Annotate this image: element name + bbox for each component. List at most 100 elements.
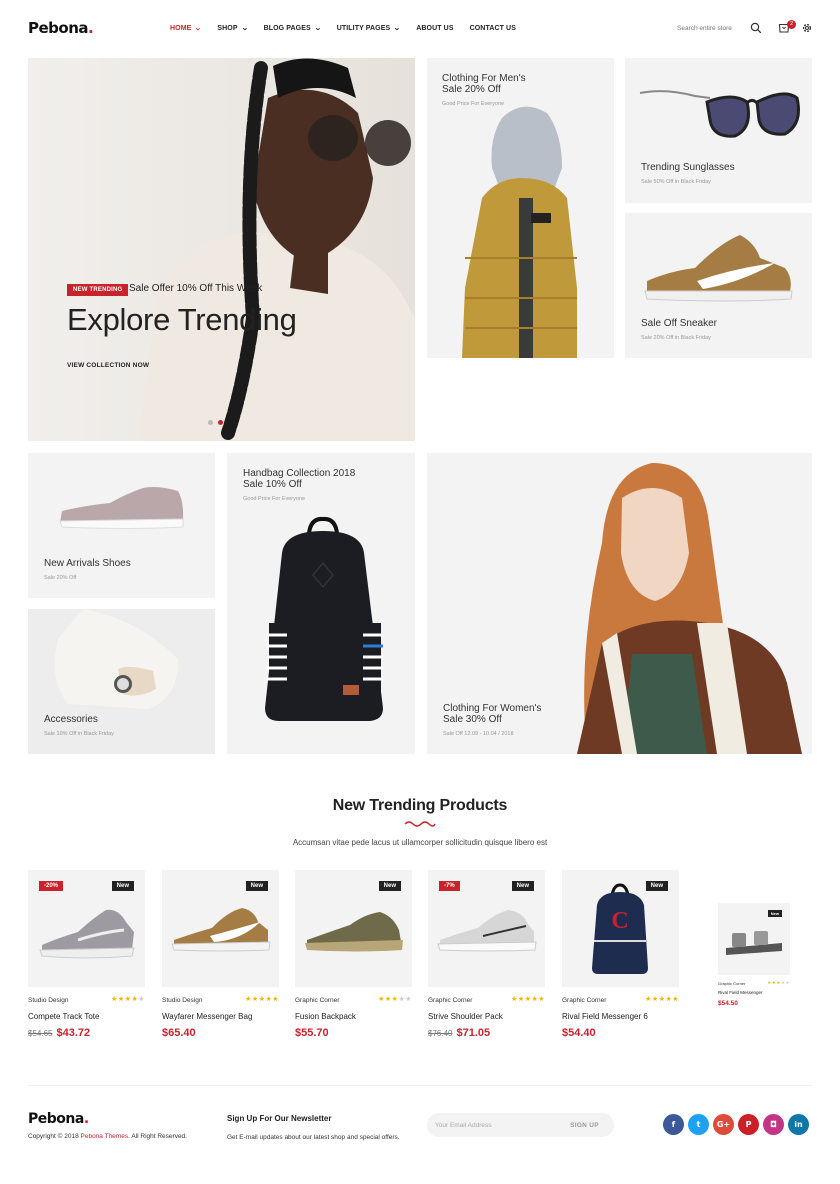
hero-model-image [28,58,415,441]
new-badge: New [111,881,134,891]
hero-badge: NEW TRENDING [67,284,129,296]
product-image[interactable]: New [162,870,279,987]
banner-womens-clothing[interactable]: Clothing For Women's Sale 30% Off Sale Of… [427,453,812,754]
slider-dot[interactable] [208,420,213,425]
copyright: Copyright © 2018 Pebona Themes. All Righ… [28,1133,187,1140]
chevron-down-icon: ⌄ [241,25,249,32]
star-icon: ★ [117,996,125,1003]
product-brand: Graphic Corner [562,997,607,1004]
banner-sneaker[interactable]: Sale Off Sneaker Sale 20% Off in Black F… [625,213,812,358]
product-rating: ★★★★★ [511,995,545,1003]
chevron-down-icon: ⌄ [314,25,322,32]
footer-logo[interactable]: Pebona. [28,1111,89,1127]
new-badge: New [511,881,534,891]
product-price: $76.40 $71.05 [428,1027,490,1039]
sale-badge: -20% [39,881,64,891]
new-badge: New [245,881,268,891]
slider-dot-active[interactable] [218,420,223,425]
hero-offer: Sale Offer 10% Off This Week [129,283,263,294]
star-icon: ★ [251,996,259,1003]
sale-badge: -7% [439,881,460,891]
view-collection-link[interactable]: VIEW COLLECTION NOW [67,362,149,369]
section-description: Accumsan vitae pede lacus ut ullamcorper… [292,838,548,847]
nav-item-utility-pages[interactable]: UTILITY PAGES ⌄ [337,24,401,33]
old-price: $76.40 [428,1029,453,1038]
product-rating: ★★★★★ [378,995,412,1003]
product-price: $54.40 [562,1027,596,1039]
banner-new-arrivals-shoes[interactable]: New Arrivals Shoes Sale 20% Off [28,453,215,598]
product-image[interactable]: -20% New [28,870,145,987]
twitter-icon[interactable]: t [688,1114,709,1135]
chevron-down-icon: ⌄ [194,25,202,32]
nav-item-blog-pages[interactable]: BLOG PAGES ⌄ [263,24,322,33]
banner-subtitle: Sale 50% Off in Black Friday [641,179,711,185]
product-price: $55.70 [295,1027,329,1039]
product-image[interactable]: -7% New [428,870,545,987]
product-rating: ★★★★★ [767,980,790,986]
product-price: $65.40 [162,1027,196,1039]
star-icon: ★ [138,996,145,1003]
product-card[interactable]: C New Graphic Corner ★★★★★ Rival Field Messe… [562,870,679,1039]
product-image[interactable]: New [718,903,790,975]
banner-title: Sale Off Sneaker [641,318,717,329]
banner-sunglasses[interactable]: Trending Sunglasses Sale 50% Off in Blac… [625,58,812,203]
product-name-link[interactable]: Rival Field Messenger 6 [562,1012,648,1021]
nav-item-about-us[interactable]: ABOUT US [416,24,453,32]
nav-item-shop[interactable]: SHOP ⌄ [217,24,249,33]
star-icon: ★ [645,996,652,1003]
product-image[interactable]: New [295,870,412,987]
product-card[interactable]: -20% New Studio Design ★★★★★ Compete Track T… [28,870,145,1039]
product-price: $54.65 $43.72 [28,1027,90,1039]
nav-item-contact-us[interactable]: CONTACT US [470,24,516,32]
nav-item-label: BLOG PAGES [263,24,311,32]
copyright-brand-link[interactable]: Pebona Themes [81,1133,129,1140]
product-name-link[interactable]: Fusion Backpack [295,1012,356,1021]
nav-item-label: ABOUT US [416,24,454,32]
nav-item-label: SHOP [217,24,238,32]
linkedin-icon[interactable]: in [788,1114,809,1135]
product-card[interactable]: -7% New Graphic Corner ★★★★★ Strive Shoulder… [428,870,545,1039]
nav-item-home[interactable]: HOME ⌄ [170,24,202,33]
facebook-icon[interactable]: f [663,1114,684,1135]
banner-title: Handbag Collection 2018 Sale 10% Off [243,468,356,490]
svg-text:C: C [611,908,628,934]
product-image[interactable]: C New [562,870,679,987]
banner-handbag-collection[interactable]: Handbag Collection 2018 Sale 10% Off Good… [227,453,415,754]
banner-accessories[interactable]: Accessories Sale 10% Off in Black Friday [28,609,215,754]
search-icon[interactable] [750,22,762,34]
product-card[interactable]: New Graphic Corner ★★★★★ Rival Field Messen… [718,903,790,1007]
signup-button[interactable]: SIGN UP [555,1113,614,1137]
banner-title: New Arrivals Shoes [44,558,131,569]
product-rating: ★★★★★ [645,995,679,1003]
google-plus-icon[interactable]: G+ [713,1114,734,1135]
product-name-link[interactable]: Rival Field Messenger [718,990,763,995]
email-field[interactable] [435,1113,553,1137]
social-links: f t G+ P ◘ in [663,1114,809,1135]
cart-count-badge: 2 [787,20,796,29]
pinterest-icon[interactable]: P [738,1114,759,1135]
product-name-link[interactable]: Strive Shoulder Pack [428,1012,503,1021]
current-price: $54.50 [718,1000,738,1007]
newsletter-title: Sign Up For Our Newsletter [227,1114,332,1123]
settings-icon[interactable] [801,22,813,34]
product-brand: Graphic Corner [295,997,340,1004]
banner-mens-clothing[interactable]: Clothing For Men's Sale 20% Off Good Pric… [427,58,614,358]
product-card[interactable]: New Graphic Corner ★★★★★ Fusion Backpack $55… [295,870,412,1039]
banner-subtitle: Sale 20% Off in Black Friday [641,335,711,341]
newsletter-description: Get E-mail updates about our latest shop… [227,1134,400,1141]
logo[interactable]: Pebona. [28,19,94,37]
slider-dots [208,420,223,425]
product-name-link[interactable]: Wayfarer Messenger Bag [162,1012,252,1021]
search-input[interactable]: Search entire store [677,25,732,32]
star-icon: ★ [384,996,392,1003]
product-brand: Graphic Corner [428,997,473,1004]
old-price: $54.65 [28,1029,53,1038]
product-name-link[interactable]: Compete Track Tote [28,1012,99,1021]
product-brand: Studio Design [162,997,203,1004]
product-card[interactable]: New Studio Design ★★★★★ Wayfarer Messenger … [162,870,279,1039]
instagram-icon[interactable]: ◘ [763,1114,784,1135]
star-icon: ★ [517,996,525,1003]
hero-slider[interactable]: NEW TRENDING Sale Offer 10% Off This Wee… [28,58,415,441]
star-icon: ★ [672,996,679,1003]
banner-title: Accessories [44,714,98,725]
